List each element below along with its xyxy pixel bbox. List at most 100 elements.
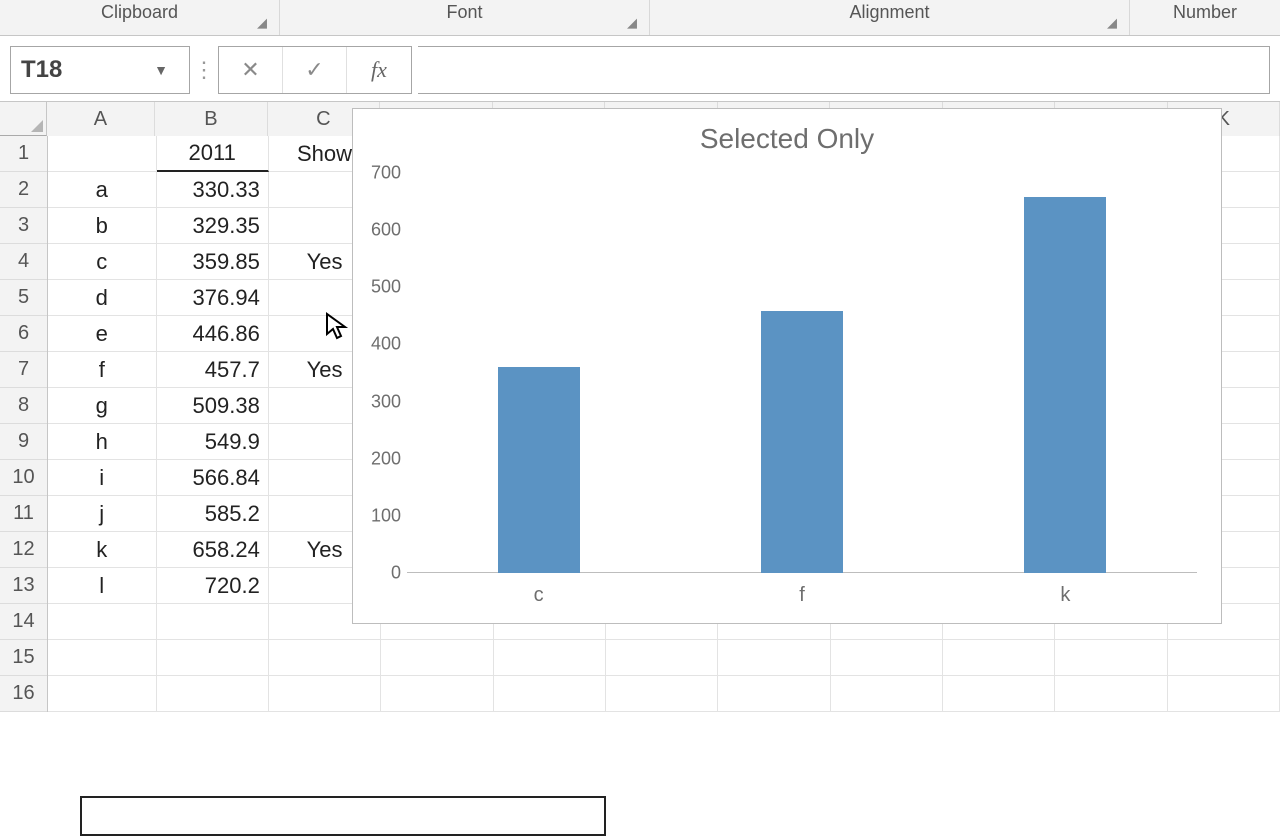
cell[interactable] — [1168, 676, 1280, 712]
cell[interactable]: e — [48, 316, 157, 352]
cell[interactable] — [606, 640, 718, 676]
cell[interactable] — [494, 676, 606, 712]
dialog-launcher-icon[interactable]: ◢ — [257, 15, 273, 31]
cell[interactable] — [831, 676, 943, 712]
name-box-input[interactable] — [11, 56, 141, 84]
row-header[interactable]: 16 — [0, 676, 47, 712]
cell[interactable]: k — [48, 532, 157, 568]
cell[interactable]: 2011 — [157, 136, 269, 172]
ribbon-group-font[interactable]: Font ◢ — [280, 0, 650, 35]
embedded-chart[interactable]: Selected Only 0100200300400500600700cfk — [352, 108, 1222, 624]
chart-y-tick: 700 — [361, 163, 401, 184]
cell[interactable]: g — [48, 388, 157, 424]
cell[interactable]: 330.33 — [157, 172, 269, 208]
cell[interactable]: b — [48, 208, 157, 244]
row-header[interactable]: 11 — [0, 496, 47, 532]
row-header[interactable]: 3 — [0, 208, 47, 244]
row-header[interactable]: 15 — [0, 640, 47, 676]
cell[interactable]: l — [48, 568, 157, 604]
cell[interactable] — [157, 604, 269, 640]
cell[interactable]: 658.24 — [157, 532, 269, 568]
ribbon-group-label: Clipboard — [101, 2, 178, 23]
row-header[interactable]: 4 — [0, 244, 47, 280]
cell[interactable] — [1055, 676, 1167, 712]
row-header[interactable]: 5 — [0, 280, 47, 316]
cell[interactable]: 359.85 — [157, 244, 269, 280]
row-header[interactable]: 14 — [0, 604, 47, 640]
chart-bar[interactable] — [761, 311, 843, 573]
chevron-down-icon[interactable]: ▼ — [141, 62, 181, 78]
cell[interactable]: 446.86 — [157, 316, 269, 352]
cell[interactable] — [1055, 640, 1167, 676]
cell[interactable] — [381, 676, 493, 712]
ribbon-group-label: Font — [446, 2, 482, 23]
enter-button[interactable]: ✓ — [283, 47, 347, 93]
cell[interactable] — [718, 676, 830, 712]
row-header[interactable]: 12 — [0, 532, 47, 568]
text-box[interactable] — [80, 796, 606, 836]
row-header[interactable]: 1 — [0, 136, 47, 172]
row-headers[interactable]: 12345678910111213141516 — [0, 136, 48, 712]
chart-y-tick: 500 — [361, 277, 401, 298]
cell[interactable] — [48, 136, 157, 172]
formula-input[interactable] — [418, 46, 1270, 94]
cell[interactable] — [48, 676, 157, 712]
dialog-launcher-icon[interactable]: ◢ — [1107, 15, 1123, 31]
column-header[interactable]: A — [47, 102, 156, 136]
chart-plot-area[interactable]: 0100200300400500600700cfk — [407, 173, 1197, 573]
row-header[interactable]: 2 — [0, 172, 47, 208]
cell[interactable]: 585.2 — [157, 496, 269, 532]
check-icon: ✓ — [305, 57, 323, 83]
cell[interactable] — [943, 676, 1055, 712]
cell[interactable] — [718, 640, 830, 676]
name-box[interactable]: ▼ — [10, 46, 190, 94]
chart-bar[interactable] — [498, 367, 580, 573]
ribbon-group-clipboard[interactable]: Clipboard ◢ — [0, 0, 280, 35]
row-header[interactable]: 13 — [0, 568, 47, 604]
cell[interactable]: d — [48, 280, 157, 316]
cell[interactable] — [831, 640, 943, 676]
cell[interactable] — [48, 604, 157, 640]
cell[interactable]: 329.35 — [157, 208, 269, 244]
cell[interactable] — [381, 640, 493, 676]
cell[interactable] — [1168, 640, 1280, 676]
chart-x-category: f — [761, 584, 843, 607]
cell[interactable]: 720.2 — [157, 568, 269, 604]
cell[interactable]: i — [48, 460, 157, 496]
cell[interactable]: 549.9 — [157, 424, 269, 460]
ribbon-group-number[interactable]: Number — [1130, 0, 1280, 35]
cell[interactable]: c — [48, 244, 157, 280]
cell[interactable] — [157, 640, 269, 676]
chart-y-tick: 100 — [361, 505, 401, 526]
cell[interactable]: f — [48, 352, 157, 388]
chart-title[interactable]: Selected Only — [353, 123, 1221, 155]
ribbon-group-label: Alignment — [849, 2, 929, 23]
cancel-button[interactable]: ✕ — [219, 47, 283, 93]
cell[interactable] — [494, 640, 606, 676]
cell[interactable]: 566.84 — [157, 460, 269, 496]
ribbon-group-alignment[interactable]: Alignment ◢ — [650, 0, 1130, 35]
row-header[interactable]: 7 — [0, 352, 47, 388]
cell[interactable]: 509.38 — [157, 388, 269, 424]
cell[interactable] — [269, 676, 381, 712]
cell[interactable]: h — [48, 424, 157, 460]
column-header[interactable]: B — [155, 102, 267, 136]
cell[interactable] — [48, 640, 157, 676]
row-header[interactable]: 10 — [0, 460, 47, 496]
row-header[interactable]: 8 — [0, 388, 47, 424]
dialog-launcher-icon[interactable]: ◢ — [627, 15, 643, 31]
worksheet-grid[interactable]: ABCDEFGHIJK 12345678910111213141516 2011… — [0, 102, 1280, 720]
cell[interactable] — [606, 676, 718, 712]
chart-bar[interactable] — [1024, 197, 1106, 573]
cell[interactable]: 457.7 — [157, 352, 269, 388]
select-all-corner[interactable] — [0, 102, 47, 136]
row-header[interactable]: 9 — [0, 424, 47, 460]
cell[interactable]: 376.94 — [157, 280, 269, 316]
cell[interactable] — [269, 640, 381, 676]
cell[interactable] — [943, 640, 1055, 676]
cell[interactable]: a — [48, 172, 157, 208]
cell[interactable] — [157, 676, 269, 712]
row-header[interactable]: 6 — [0, 316, 47, 352]
cell[interactable]: j — [48, 496, 157, 532]
insert-function-button[interactable]: fx — [347, 47, 411, 93]
